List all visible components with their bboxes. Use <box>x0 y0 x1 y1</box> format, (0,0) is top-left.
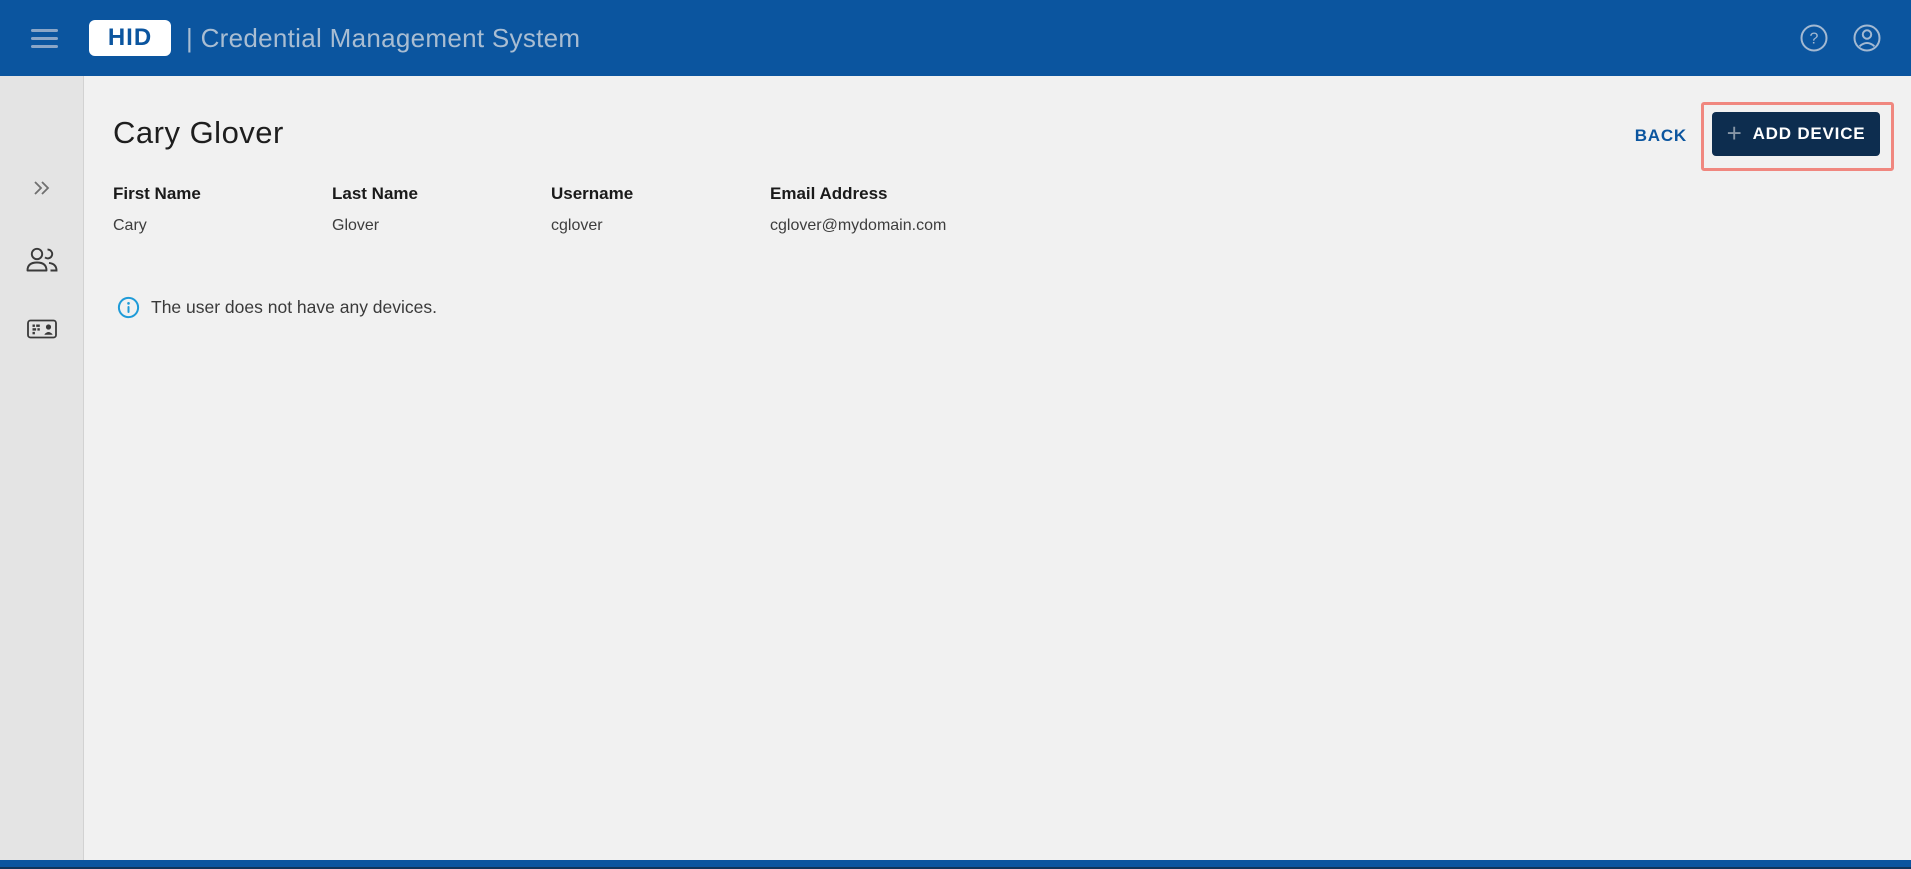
back-button[interactable]: BACK <box>1635 126 1687 146</box>
id-badge-icon <box>27 319 57 339</box>
plus-icon: + <box>1726 117 1743 148</box>
user-details: First Name Cary Last Name Glover Usernam… <box>113 184 989 235</box>
field-label: Email Address <box>770 184 888 203</box>
help-icon[interactable]: ? <box>1798 22 1830 54</box>
field-last-name: Last Name Glover <box>332 184 551 235</box>
field-value: Glover <box>332 217 380 234</box>
field-username: Username cglover <box>551 184 770 235</box>
people-icon <box>26 247 58 272</box>
field-label: First Name <box>113 184 201 203</box>
hid-logo: HID <box>89 20 171 56</box>
field-value: Cary <box>113 217 147 234</box>
field-label: Last Name <box>332 184 418 203</box>
app-title: | Credential Management System <box>186 22 581 53</box>
sidebar-expand-button[interactable] <box>0 179 84 197</box>
app-window: HID | Credential Management System ? Car… <box>0 0 1911 869</box>
add-device-button-label: ADD DEVICE <box>1752 124 1866 143</box>
double-chevron-right-icon <box>34 181 50 195</box>
app-header: HID | Credential Management System ? <box>0 0 1911 76</box>
header-actions: ? <box>1798 22 1883 54</box>
hamburger-menu-icon[interactable] <box>31 27 59 49</box>
page-title: Cary Glover <box>113 115 284 150</box>
field-first-name: First Name Cary <box>113 184 332 235</box>
sidebar <box>0 76 84 869</box>
no-devices-text: The user does not have any devices. <box>151 297 438 317</box>
field-value: cglover@mydomain.com <box>770 217 947 234</box>
field-value: cglover <box>551 217 603 234</box>
info-circle-icon <box>117 296 140 319</box>
hid-logo-text: HID <box>107 24 153 51</box>
add-device-button[interactable]: + ADD DEVICE <box>1712 112 1880 156</box>
field-label: Username <box>551 184 634 203</box>
bottom-bar <box>0 860 1911 869</box>
field-email: Email Address cglover@mydomain.com <box>770 184 989 235</box>
sidebar-item-credentials[interactable] <box>0 314 84 344</box>
account-icon[interactable] <box>1851 22 1883 54</box>
svg-text:?: ? <box>1810 31 1819 48</box>
sidebar-item-users[interactable] <box>0 244 84 276</box>
no-devices-message: The user does not have any devices. <box>117 296 437 319</box>
